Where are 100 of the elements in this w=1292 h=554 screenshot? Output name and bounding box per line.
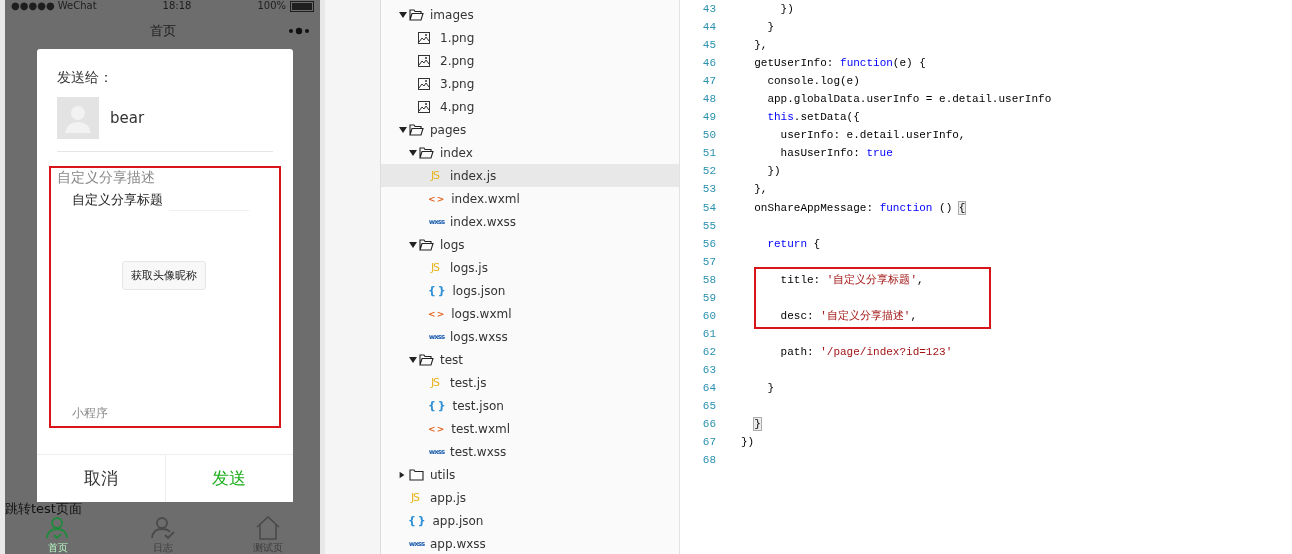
code-line: } [766, 20, 774, 36]
more-icon[interactable] [288, 27, 310, 35]
code-line: desc: '自定义分享描述', [779, 308, 918, 324]
line-number: 43 [702, 2, 716, 17]
js-file-icon: JS [428, 169, 442, 182]
js-file-icon: JS [428, 376, 442, 389]
code-line: path: '/page/index?id=123' [779, 344, 953, 360]
share-title: 自定义分享标题 [72, 191, 163, 209]
code-line: app.globalData.userInfo = e.detail.userInfo [766, 92, 1052, 108]
line-number: 66 [702, 417, 716, 433]
file-item[interactable]: 3.png [381, 72, 679, 95]
folder-item[interactable]: test [381, 348, 679, 371]
braces-icon: { } [428, 399, 445, 412]
open-folder-icon [419, 238, 434, 251]
code-line: this.setData({ [766, 110, 860, 126]
line-number: 49 [702, 110, 716, 126]
code-line: getUserInfo: function(e) { [753, 56, 926, 72]
folder-item[interactable]: logs [381, 233, 679, 256]
line-number: 46 [702, 56, 716, 72]
image-file-icon [418, 100, 430, 113]
tab[interactable]: 首页 [17, 516, 98, 554]
image-file-icon [418, 77, 430, 90]
code-line: onShareAppMessage: function () { [753, 200, 966, 216]
expanded-caret-icon [398, 10, 409, 19]
code-line: } [766, 381, 774, 396]
file-item[interactable]: JS app.js [381, 486, 679, 509]
open-folder-icon [419, 353, 434, 366]
line-number: 48 [702, 92, 716, 108]
code-line: }, [753, 182, 768, 198]
js-file-icon: JS [428, 261, 442, 274]
file-item[interactable]: JS index.js [381, 164, 679, 187]
file-item[interactable]: 2.png [381, 49, 679, 72]
code-line: }, [753, 38, 768, 54]
line-number: 59 [702, 290, 716, 306]
code-line: title: '自定义分享标题', [779, 272, 924, 288]
line-number: 45 [702, 38, 716, 54]
image-file-icon [418, 31, 430, 44]
code-line: hasUserInfo: true [779, 146, 893, 162]
file-item[interactable]: 4.png [381, 95, 679, 118]
line-number: 64 [702, 381, 716, 396]
line-number: 55 [702, 218, 716, 234]
braces-icon: { } [408, 514, 425, 527]
share-description: 自定义分享描述 [57, 168, 156, 186]
image-file-icon [418, 54, 430, 67]
home-icon [254, 516, 281, 540]
line-number: 68 [702, 453, 716, 469]
line-number: 56 [702, 236, 716, 252]
line-number: 67 [702, 435, 716, 451]
page-link[interactable]: 跳转test页面 [5, 502, 82, 515]
folder-item[interactable]: utils [381, 463, 679, 486]
person-check-icon [149, 516, 176, 540]
line-number: 61 [702, 326, 716, 342]
clock: 18:18 [162, 0, 192, 12]
battery-icon [290, 0, 314, 12]
line-number: 51 [702, 146, 716, 162]
line-number: 53 [702, 182, 716, 198]
dialog-heading: 发送给： [57, 69, 114, 87]
line-number: 50 [702, 128, 716, 144]
line-number: 47 [702, 74, 716, 90]
code-line: userInfo: e.detail.userInfo, [779, 128, 966, 144]
open-folder-icon [409, 123, 424, 136]
file-item[interactable]: JS test.js [381, 371, 679, 394]
file-item[interactable]: { } logs.json [381, 279, 679, 302]
expanded-caret-icon [408, 240, 419, 249]
code-line: }) [779, 2, 794, 17]
line-number: 54 [702, 200, 716, 216]
folder-item[interactable]: images [381, 3, 679, 26]
get-profile-button[interactable]: 获取头像昵称 [122, 261, 206, 290]
line-number: 57 [702, 254, 716, 270]
nav-title: 首页 [149, 21, 176, 40]
collapsed-caret-icon [398, 470, 406, 479]
expanded-caret-icon [398, 125, 409, 134]
line-number: 62 [702, 344, 716, 360]
code-line: }) [766, 164, 781, 180]
js-file-icon: JS [408, 491, 422, 504]
line-number: 44 [702, 20, 716, 36]
line-number: 63 [702, 362, 716, 378]
code-line: console.log(e) [766, 74, 860, 90]
code-file-icon: < > [428, 308, 444, 319]
file-item[interactable]: { } test.json [381, 394, 679, 417]
line-number: 60 [702, 308, 716, 324]
code-line: return { [766, 236, 821, 252]
file-item[interactable]: < > test.wxml [381, 417, 679, 440]
expanded-caret-icon [408, 148, 419, 157]
file-item[interactable]: < > logs.wxml [381, 302, 679, 325]
file-item[interactable]: < > index.wxml [381, 187, 679, 210]
file-item[interactable]: 1.png [381, 26, 679, 49]
battery-percent: 100% [257, 0, 286, 12]
braces-icon: { } [428, 284, 445, 297]
expanded-caret-icon [408, 355, 419, 364]
line-number: 58 [702, 272, 716, 288]
folder-item[interactable]: index [381, 141, 679, 164]
folder-icon [409, 468, 424, 481]
file-item[interactable]: JS logs.js [381, 256, 679, 279]
open-folder-icon [419, 146, 434, 159]
folder-item[interactable]: pages [381, 118, 679, 141]
mini-program-label: 小程序 [72, 405, 109, 422]
line-number: 65 [702, 399, 716, 415]
code-file-icon: < > [428, 423, 444, 434]
file-item[interactable]: { } app.json [381, 509, 679, 532]
